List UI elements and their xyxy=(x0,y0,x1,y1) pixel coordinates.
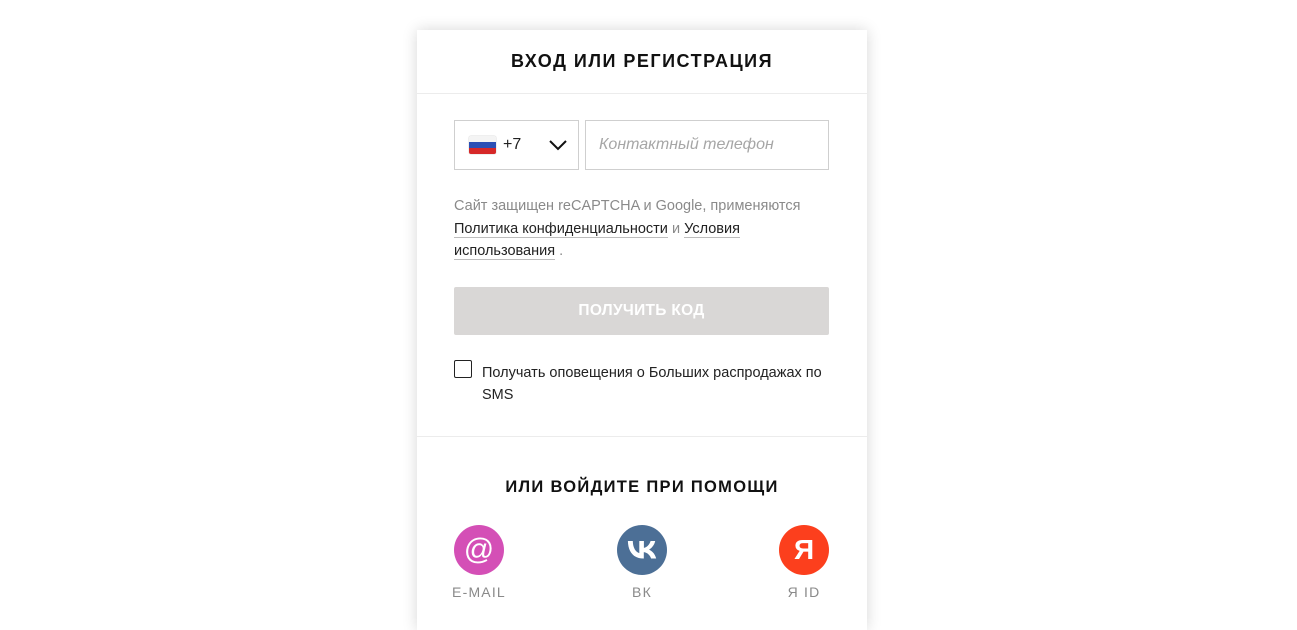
sms-optin-row: Получать оповещения о Больших распродажа… xyxy=(454,359,829,406)
recaptcha-period: . xyxy=(559,243,564,259)
yandex-login-label: Я ID xyxy=(787,584,821,600)
recaptcha-conjunction: и xyxy=(671,220,681,237)
vk-icon xyxy=(617,525,667,575)
login-modal: ВХОД ИЛИ РЕГИСТРАЦИЯ +7 Сайт защищен reC… xyxy=(417,30,867,630)
sms-optin-label[interactable]: Получать оповещения о Больших распродажа… xyxy=(482,362,822,406)
phone-row: +7 xyxy=(454,120,829,170)
country-code-value: +7 xyxy=(503,136,522,153)
section-divider xyxy=(417,436,867,437)
modal-header: ВХОД ИЛИ РЕГИСТРАЦИЯ xyxy=(417,30,867,94)
vk-logo-glyph xyxy=(627,541,657,559)
russia-flag-icon xyxy=(469,136,496,154)
get-code-button[interactable]: ПОЛУЧИТЬ КОД xyxy=(454,286,829,335)
phone-input[interactable] xyxy=(585,120,829,170)
yandex-login-button[interactable]: Я Я ID xyxy=(754,525,854,600)
chevron-down-icon xyxy=(549,140,567,151)
privacy-policy-link[interactable]: Политика конфиденциальности xyxy=(454,220,668,238)
email-login-label: E-MAIL xyxy=(452,584,506,600)
sms-optin-checkbox[interactable] xyxy=(454,359,472,378)
email-login-button[interactable]: @ E-MAIL xyxy=(429,525,529,600)
modal-title: ВХОД ИЛИ РЕГИСТРАЦИЯ xyxy=(510,51,774,71)
vk-login-button[interactable]: ВК xyxy=(592,525,692,600)
yandex-icon: Я xyxy=(779,525,829,575)
country-code-select[interactable]: +7 xyxy=(454,120,579,170)
recaptcha-text: Сайт защищен reCAPTCHA и Google, применя… xyxy=(454,198,801,214)
vk-login-label: ВК xyxy=(632,584,652,600)
at-sign-icon: @ xyxy=(454,525,504,575)
recaptcha-note: Сайт защищен reCAPTCHA и Google, применя… xyxy=(454,195,829,263)
alt-login-title: ИЛИ ВОЙДИТЕ ПРИ ПОМОЩИ xyxy=(505,478,779,496)
login-form: +7 Сайт защищен reCAPTCHA и Google, прим… xyxy=(454,120,829,406)
